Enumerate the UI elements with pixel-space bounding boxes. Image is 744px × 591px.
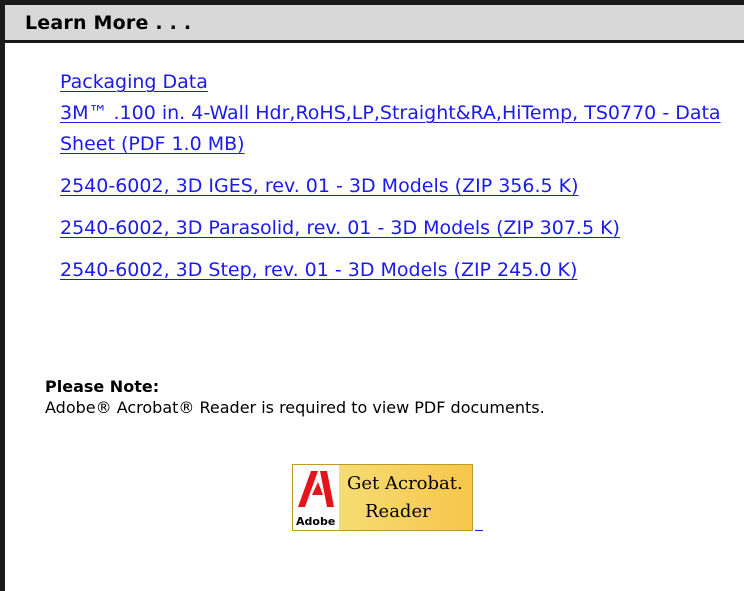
get-acrobat-label: Get Acrobat. (347, 473, 463, 494)
link-underline-fragment (475, 530, 483, 531)
note-title: Please Note: (45, 377, 160, 396)
please-note-section: Please Note: Adobe® Acrobat® Reader is r… (45, 377, 725, 419)
3d-iges-model-link[interactable]: 2540-6002, 3D IGES, rev. 01 - 3D Models … (60, 171, 730, 202)
note-text: Adobe® Acrobat® Reader is required to vi… (45, 398, 545, 417)
adobe-brand-label: Adobe (296, 515, 336, 528)
3d-step-model-link[interactable]: 2540-6002, 3D Step, rev. 01 - 3D Models … (60, 255, 730, 286)
get-acrobat-reader-badge[interactable]: Adobe Get Acrobat. Reader (292, 464, 473, 531)
section-title: Learn More . . . (25, 11, 192, 34)
reader-label: Reader (365, 501, 431, 522)
packaging-data-link[interactable]: Packaging Data (60, 67, 730, 98)
section-header: Learn More . . . (5, 5, 744, 43)
get-acrobat-reader-link[interactable]: Adobe Get Acrobat. Reader (292, 461, 483, 531)
learn-more-panel: Learn More . . . Packaging Data 3M™ .100… (0, 0, 744, 591)
adobe-logo-icon (298, 471, 334, 507)
3d-parasolid-model-link[interactable]: 2540-6002, 3D Parasolid, rev. 01 - 3D Mo… (60, 213, 730, 244)
document-links-list: Packaging Data 3M™ .100 in. 4-Wall Hdr,R… (60, 67, 730, 286)
data-sheet-link[interactable]: 3M™ .100 in. 4-Wall Hdr,RoHS,LP,Straight… (60, 98, 730, 160)
